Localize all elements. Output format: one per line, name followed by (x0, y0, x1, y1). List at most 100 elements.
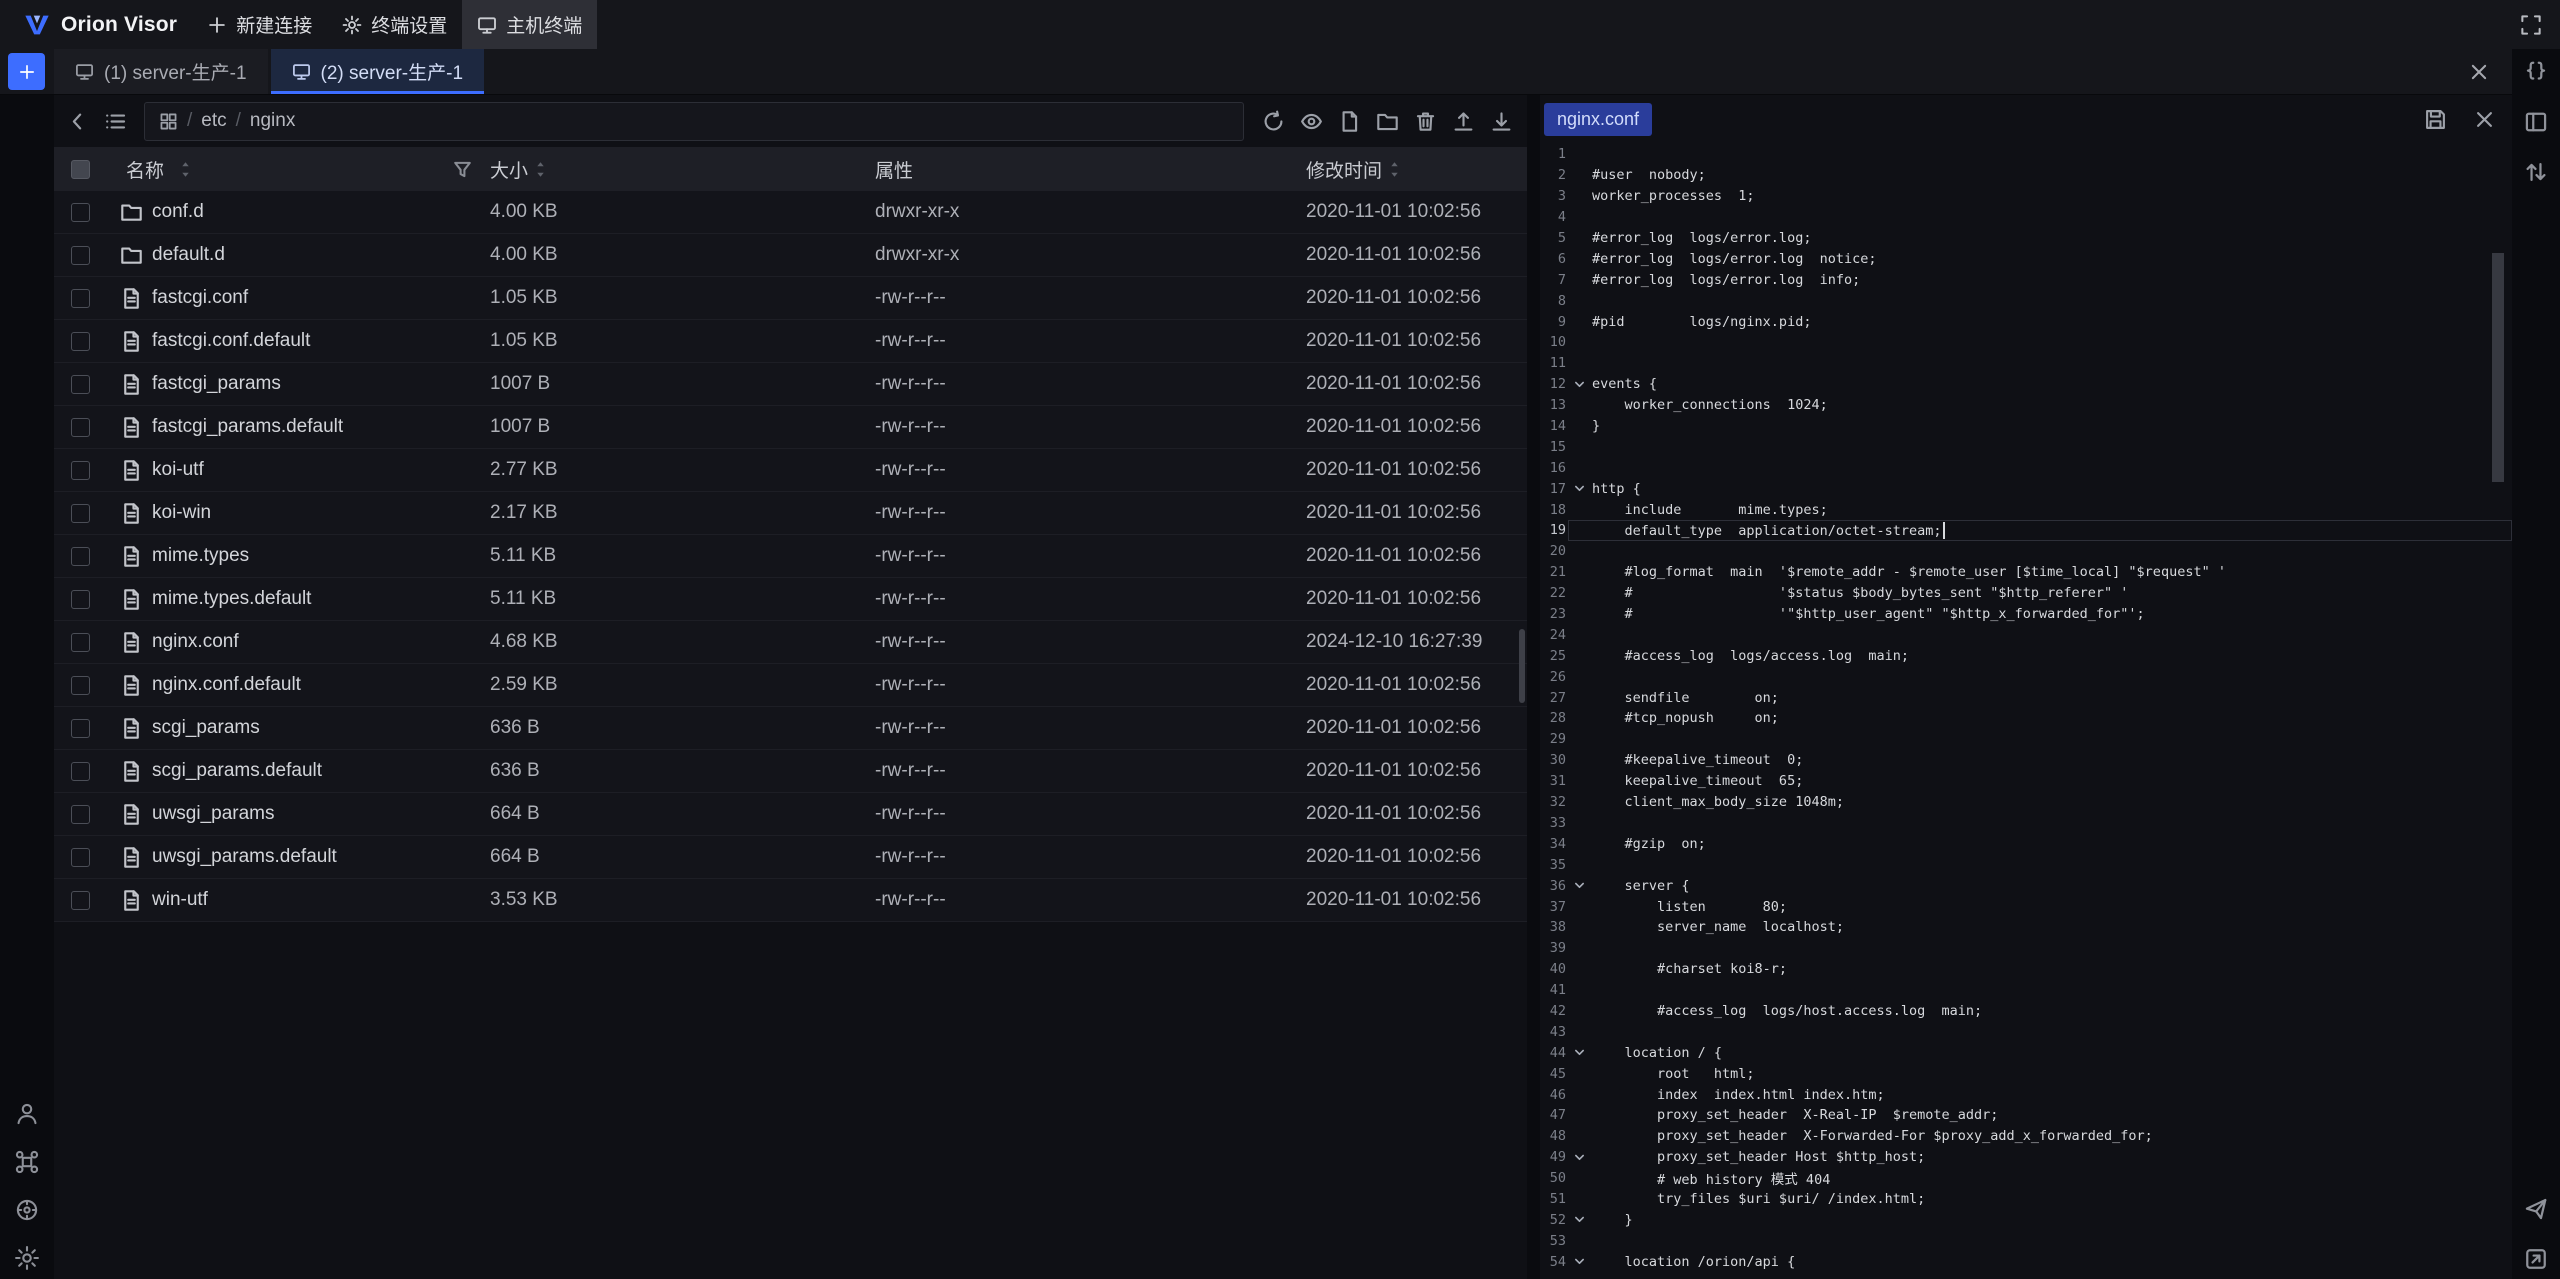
path-breadcrumb[interactable]: /etc/nginx (144, 102, 1244, 141)
row-checkbox[interactable] (71, 547, 90, 566)
path-segment[interactable]: nginx (250, 110, 295, 132)
code-line[interactable]: 3worker_processes 1; (1540, 186, 2512, 207)
file-row[interactable]: scgi_params 636 B -rw-r--r-- 2020-11-01 … (54, 707, 1527, 750)
row-checkbox[interactable] (71, 203, 90, 222)
row-checkbox[interactable] (71, 848, 90, 867)
code-line[interactable]: 1 (1540, 144, 2512, 165)
save-button[interactable] (2424, 108, 2447, 131)
code-line[interactable]: 48 proxy_set_header X-Forwarded-For $pro… (1540, 1126, 2512, 1147)
eye-button[interactable] (1293, 103, 1329, 139)
code-line[interactable]: 37 listen 80; (1540, 896, 2512, 917)
row-checkbox[interactable] (71, 676, 90, 695)
braces-button[interactable] (2524, 60, 2548, 84)
code-line[interactable]: 46 index index.html index.htm; (1540, 1084, 2512, 1105)
code-line[interactable]: 14} (1540, 416, 2512, 437)
row-checkbox[interactable] (71, 504, 90, 523)
file-row[interactable]: win-utf 3.53 KB -rw-r--r-- 2020-11-01 10… (54, 879, 1527, 922)
file-row[interactable]: uwsgi_params.default 664 B -rw-r--r-- 20… (54, 836, 1527, 879)
code-line[interactable]: 54 location /orion/api { (1540, 1251, 2512, 1272)
code-line[interactable]: 18 include mime.types; (1540, 499, 2512, 520)
code-line[interactable]: 19 default_type application/octet-stream… (1540, 520, 2512, 541)
code-line[interactable]: 52 } (1540, 1209, 2512, 1230)
upload-button[interactable] (1445, 103, 1481, 139)
file-name[interactable]: uwsgi_params.default (152, 846, 337, 868)
code-line[interactable]: 10 (1540, 332, 2512, 353)
code-line[interactable]: 30 #keepalive_timeout 0; (1540, 750, 2512, 771)
menu-item[interactable]: 新建连接 (192, 0, 327, 49)
file-name[interactable]: koi-win (152, 502, 211, 524)
file-name[interactable]: conf.d (152, 201, 204, 223)
file-name[interactable]: win-utf (152, 889, 208, 911)
code-line[interactable]: 26 (1540, 666, 2512, 687)
code-line[interactable]: 7#error_log logs/error.log info; (1540, 269, 2512, 290)
back-button[interactable] (59, 103, 95, 139)
code-line[interactable]: 36 server { (1540, 875, 2512, 896)
file-name[interactable]: scgi_params (152, 717, 260, 739)
fold-toggle-icon[interactable] (1566, 879, 1592, 892)
file-row[interactable]: fastcgi_params.default 1007 B -rw-r--r--… (54, 406, 1527, 449)
path-segment[interactable]: etc (201, 110, 226, 132)
row-checkbox[interactable] (71, 633, 90, 652)
code-line[interactable]: 11 (1540, 353, 2512, 374)
code-line[interactable]: 22 # '$status $body_bytes_sent "$http_re… (1540, 583, 2512, 604)
code-line[interactable]: 43 (1540, 1021, 2512, 1042)
code-line[interactable]: 23 # '"$http_user_agent" "$http_x_forwar… (1540, 604, 2512, 625)
file-name[interactable]: nginx.conf (152, 631, 239, 653)
close-editor-button[interactable] (2473, 108, 2496, 131)
code-line[interactable]: 41 (1540, 980, 2512, 1001)
file-name[interactable]: scgi_params.default (152, 760, 322, 782)
fullscreen-button[interactable] (2520, 14, 2542, 36)
code-line[interactable]: 12events { (1540, 374, 2512, 395)
file-name[interactable]: uwsgi_params (152, 803, 275, 825)
filter-icon[interactable] (453, 160, 472, 179)
user-button[interactable] (14, 1101, 40, 1127)
file-row[interactable]: mime.types.default 5.11 KB -rw-r--r-- 20… (54, 578, 1527, 621)
code-line[interactable]: 45 root html; (1540, 1063, 2512, 1084)
close-all-button[interactable] (2468, 61, 2490, 83)
sort-mtime-icon[interactable] (1389, 160, 1400, 179)
row-checkbox[interactable] (71, 246, 90, 265)
terminal-tab[interactable]: (2) server-生产-1 (271, 49, 485, 94)
code-line[interactable]: 50 # web history 模式 404 (1540, 1168, 2512, 1189)
file-row[interactable]: fastcgi.conf 1.05 KB -rw-r--r-- 2020-11-… (54, 277, 1527, 320)
root-directory-icon[interactable] (159, 112, 178, 131)
code-line[interactable]: 5#error_log logs/error.log; (1540, 228, 2512, 249)
code-line[interactable]: 20 (1540, 541, 2512, 562)
code-line[interactable]: 34 #gzip on; (1540, 833, 2512, 854)
file-name[interactable]: fastcgi_params (152, 373, 281, 395)
file-row[interactable]: koi-utf 2.77 KB -rw-r--r-- 2020-11-01 10… (54, 449, 1527, 492)
panel-button[interactable] (2524, 110, 2548, 134)
file-row[interactable]: fastcgi.conf.default 1.05 KB -rw-r--r-- … (54, 320, 1527, 363)
code-line[interactable]: 16 (1540, 457, 2512, 478)
fold-toggle-icon[interactable] (1566, 1046, 1592, 1059)
row-checkbox[interactable] (71, 891, 90, 910)
select-all-checkbox[interactable] (71, 160, 90, 179)
theme-button[interactable] (14, 1197, 40, 1223)
code-line[interactable]: 15 (1540, 436, 2512, 457)
row-checkbox[interactable] (71, 332, 90, 351)
file-row[interactable]: mime.types 5.11 KB -rw-r--r-- 2020-11-01… (54, 535, 1527, 578)
editor-scrollbar-thumb[interactable] (2492, 253, 2504, 482)
file-row[interactable]: fastcgi_params 1007 B -rw-r--r-- 2020-11… (54, 363, 1527, 406)
command-button[interactable] (14, 1149, 40, 1175)
file-name[interactable]: default.d (152, 244, 225, 266)
refresh-button[interactable] (1255, 103, 1291, 139)
swap-vertical-button[interactable] (2524, 160, 2548, 184)
export-button[interactable] (2524, 1247, 2548, 1271)
code-line[interactable]: 4 (1540, 207, 2512, 228)
new-file-button[interactable] (1331, 103, 1367, 139)
code-line[interactable]: 35 (1540, 854, 2512, 875)
delete-button[interactable] (1407, 103, 1443, 139)
file-name[interactable]: fastcgi.conf (152, 287, 248, 309)
code-line[interactable]: 39 (1540, 938, 2512, 959)
row-checkbox[interactable] (71, 289, 90, 308)
code-line[interactable]: 33 (1540, 813, 2512, 834)
row-checkbox[interactable] (71, 590, 90, 609)
file-row[interactable]: conf.d 4.00 KB drwxr-xr-x 2020-11-01 10:… (54, 191, 1527, 234)
file-name[interactable]: mime.types (152, 545, 249, 567)
settings-button[interactable] (14, 1245, 40, 1271)
code-line[interactable]: 53 (1540, 1230, 2512, 1251)
column-header-name[interactable]: 名称 (126, 156, 164, 183)
file-row[interactable]: nginx.conf.default 2.59 KB -rw-r--r-- 20… (54, 664, 1527, 707)
file-row[interactable]: uwsgi_params 664 B -rw-r--r-- 2020-11-01… (54, 793, 1527, 836)
